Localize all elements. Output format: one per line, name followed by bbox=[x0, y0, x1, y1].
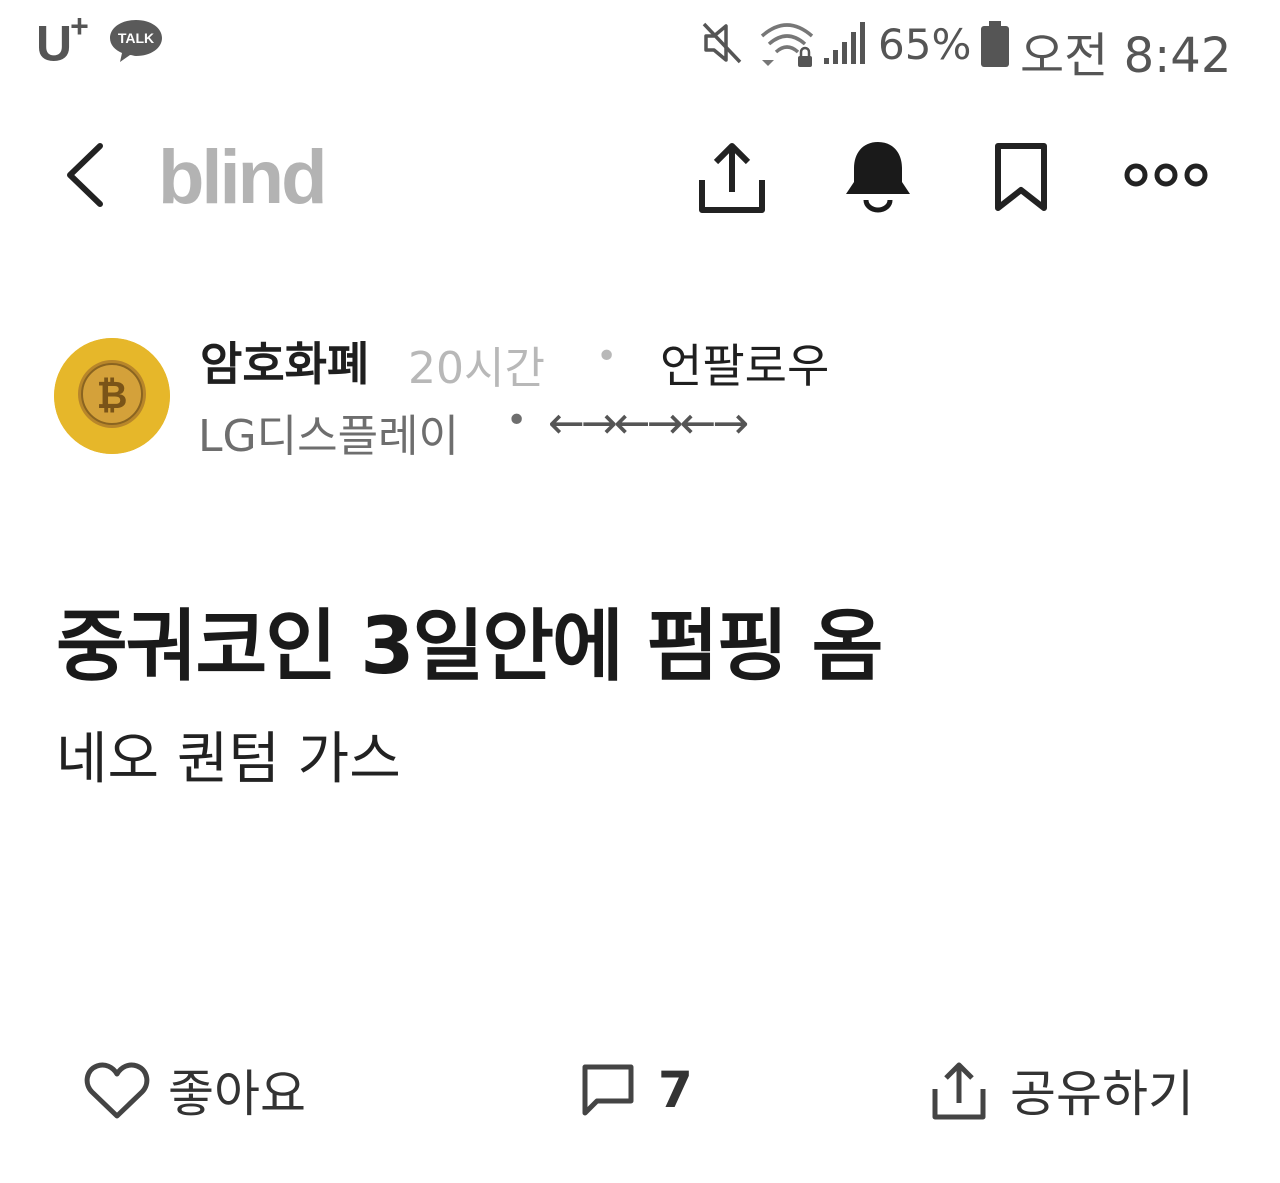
status-bar: U+ TALK 65% 오전 8:42 bbox=[0, 0, 1280, 90]
kakaotalk-icon: TALK bbox=[110, 20, 162, 62]
avatar[interactable]: ₿ bbox=[54, 338, 170, 454]
separator-dot: • bbox=[596, 336, 618, 377]
unfollow-button[interactable]: 언팔로우 bbox=[660, 330, 829, 396]
comment-button[interactable]: 7 bbox=[580, 1050, 693, 1130]
battery-icon bbox=[981, 21, 1009, 67]
more-icon[interactable] bbox=[1124, 160, 1208, 190]
bitcoin-coin-icon: ₿ bbox=[54, 338, 170, 454]
post-title: 중궈코인 3일안에 펌핑 옴 bbox=[56, 602, 883, 692]
clock: 오전 8:42 bbox=[1020, 28, 1232, 84]
share-icon bbox=[932, 1062, 986, 1120]
share-button[interactable]: 공유하기 bbox=[930, 1050, 1194, 1130]
mute-icon bbox=[702, 22, 742, 64]
share-icon[interactable] bbox=[696, 140, 768, 214]
post-body: 네오 퀀텀 가스 bbox=[56, 727, 401, 792]
author-nickname: ←→←→←→ bbox=[548, 398, 749, 449]
app-header: blind bbox=[0, 120, 1280, 240]
svg-text:TALK: TALK bbox=[118, 30, 154, 46]
company-name[interactable]: LG디스플레이 bbox=[198, 400, 459, 464]
author-name[interactable]: 암호화폐 bbox=[200, 328, 369, 394]
carrier-label: U+ bbox=[36, 8, 89, 72]
bell-icon[interactable] bbox=[842, 138, 914, 214]
bookmark-icon[interactable] bbox=[990, 142, 1052, 212]
heart-icon bbox=[84, 1062, 150, 1119]
wifi-icon bbox=[760, 23, 814, 67]
separator-dot: • bbox=[506, 400, 528, 441]
brand-logo[interactable]: blind bbox=[158, 134, 328, 221]
share-label: 공유하기 bbox=[1010, 1065, 1194, 1123]
comment-icon bbox=[582, 1064, 634, 1116]
battery-percent: 65% bbox=[878, 20, 972, 69]
like-label: 좋아요 bbox=[168, 1065, 306, 1123]
post-actions: 좋아요 7 공유하기 bbox=[0, 1040, 1280, 1140]
comment-count: 7 bbox=[658, 1061, 693, 1119]
back-icon[interactable] bbox=[60, 140, 110, 210]
svg-text:₿: ₿ bbox=[97, 373, 128, 417]
post-time: 20시간 bbox=[408, 343, 545, 394]
signal-icon bbox=[824, 22, 865, 64]
like-button[interactable]: 좋아요 bbox=[84, 1050, 306, 1130]
